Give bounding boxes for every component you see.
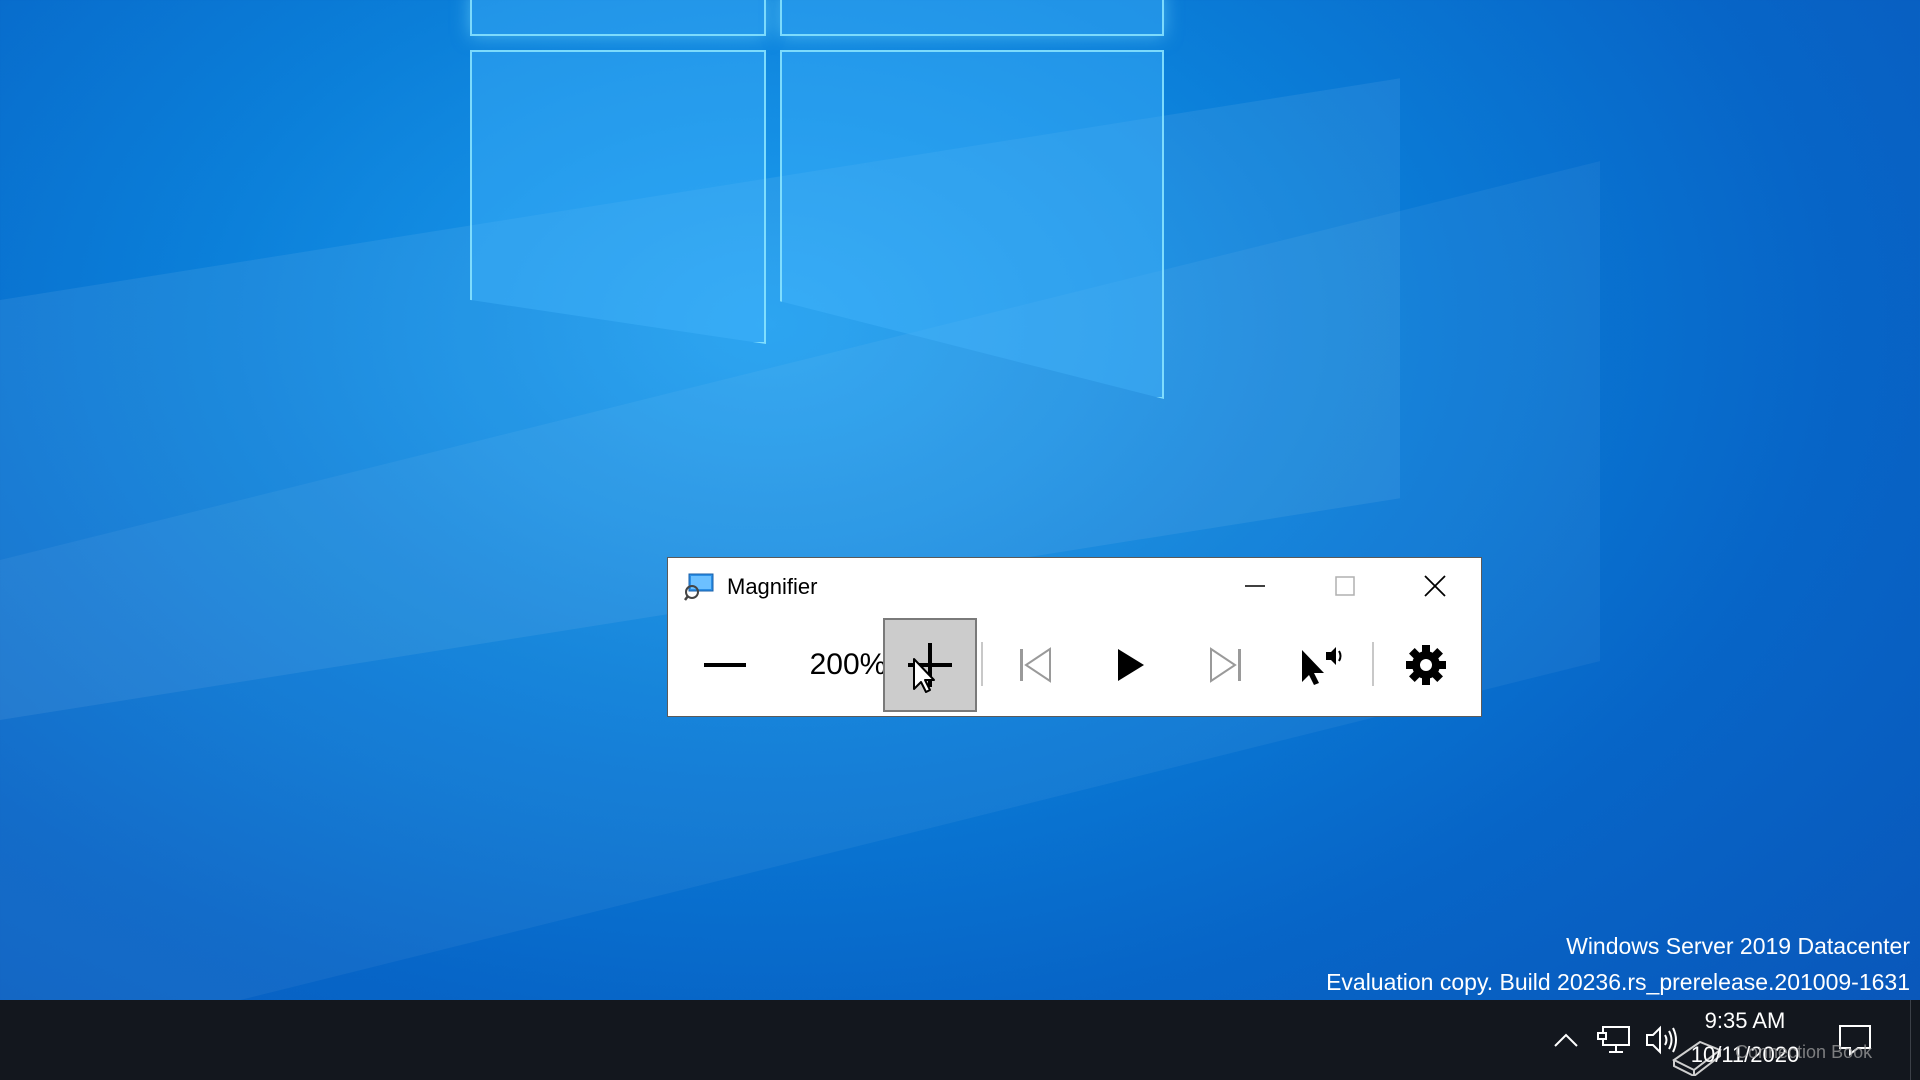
- zoom-in-button[interactable]: [883, 618, 977, 712]
- taskbar: 9:35 AM 10/11/2020: [0, 1000, 1920, 1080]
- read-from-cursor-icon: [1302, 647, 1342, 685]
- zoom-out-button[interactable]: [678, 618, 772, 712]
- overlay-label: Connection Book: [1735, 1042, 1873, 1062]
- magnifier-titlebar[interactable]: Magnifier: [668, 558, 1481, 614]
- magnifier-app-icon: [684, 573, 714, 601]
- previous-button[interactable]: [988, 618, 1082, 712]
- play-button[interactable]: [1084, 618, 1178, 712]
- magnifier-toolbar: 200%: [668, 618, 1481, 714]
- gear-icon: [1406, 645, 1446, 685]
- network-button[interactable]: [1592, 1000, 1636, 1080]
- network-icon: [1597, 1026, 1630, 1053]
- skip-previous-icon: [1020, 647, 1051, 683]
- clock-time: 9:35 AM: [1704, 1008, 1786, 1033]
- toolbar-separator: [981, 642, 983, 686]
- minimize-icon: [1245, 585, 1265, 587]
- watermark-edition: Windows Server 2019 Datacenter: [1566, 933, 1910, 959]
- desktop-wallpaper: [0, 0, 1920, 1000]
- chevron-up-icon: [1554, 1033, 1578, 1047]
- show-hidden-icons-button[interactable]: [1548, 1000, 1584, 1080]
- logo-pane-top-left: [470, 0, 766, 36]
- show-desktop-button[interactable]: [1910, 1000, 1920, 1080]
- zoom-in-icon: [908, 643, 952, 693]
- play-icon: [1118, 649, 1144, 681]
- read-from-here-button[interactable]: [1274, 618, 1368, 712]
- settings-button[interactable]: [1379, 618, 1473, 712]
- watermark-build: Evaluation copy. Build 20236.rs_prerelea…: [1326, 969, 1910, 995]
- next-button[interactable]: [1179, 618, 1273, 712]
- clock-button[interactable]: 9:35 AM 10/11/2020: [1680, 1000, 1810, 1080]
- magnifier-window: Magnifier 200%: [667, 557, 1482, 717]
- minimize-button[interactable]: [1210, 558, 1300, 614]
- logo-pane-top-right: [780, 0, 1164, 36]
- maximize-icon: [1335, 576, 1355, 596]
- maximize-button[interactable]: [1300, 558, 1390, 614]
- desktop-watermark: Windows Server 2019 Datacenter Evaluatio…: [1326, 928, 1910, 1000]
- window-title: Magnifier: [727, 574, 818, 599]
- zoom-out-icon: [704, 663, 746, 667]
- toolbar-separator: [1372, 642, 1374, 686]
- close-button[interactable]: [1390, 558, 1480, 614]
- notifications-button[interactable]: [1830, 1000, 1880, 1080]
- logo-pane-bottom-left: [470, 50, 766, 344]
- skip-next-icon: [1210, 647, 1241, 683]
- close-icon: [1424, 575, 1446, 597]
